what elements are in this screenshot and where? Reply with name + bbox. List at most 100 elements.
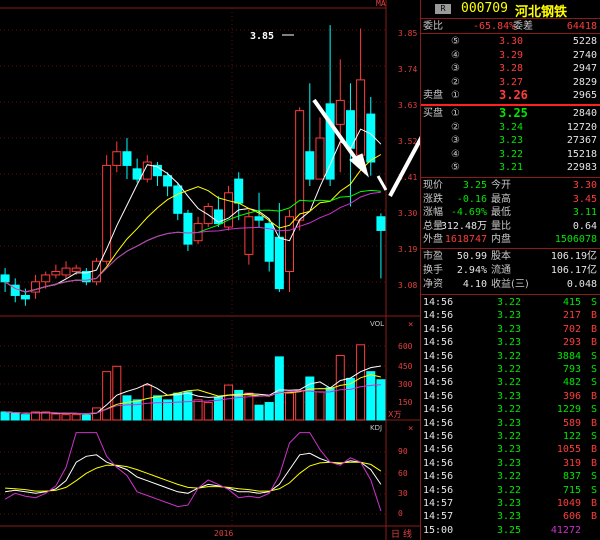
x-axis-year: 2016 <box>214 529 233 538</box>
candle <box>224 192 234 228</box>
candle <box>274 236 284 290</box>
buy-level-3[interactable]: ③ 3.23 27367 <box>421 134 600 147</box>
tick-row[interactable]: 14:57 3.23 1049 B <box>421 497 600 510</box>
sell-level-2[interactable]: ② 3.27 2829 <box>421 76 600 89</box>
vol-close-icon[interactable]: × <box>408 320 413 330</box>
candle <box>0 274 10 283</box>
volume-bar <box>61 414 71 421</box>
sell-level-5[interactable]: ⑤ 3.30 5228 <box>421 35 600 48</box>
tick-row[interactable]: 14:56 3.23 319 B <box>421 457 600 470</box>
stat-row[interactable]: 涨幅 -4.69% 最低 3.11 <box>421 206 600 219</box>
tab-line[interactable]: 线 <box>403 528 412 540</box>
volume-bar <box>203 402 213 421</box>
candle <box>61 267 71 276</box>
volume-bar <box>142 384 152 421</box>
candle <box>20 294 30 300</box>
fundamental-row[interactable]: 换手 2.94% 流通 106.17亿 <box>421 264 600 277</box>
tick-row[interactable]: 15:00 3.25 41272 <box>421 524 600 537</box>
buy-level-4[interactable]: ④ 3.22 15218 <box>421 148 600 161</box>
buy-level-2[interactable]: ② 3.24 12720 <box>421 121 600 134</box>
buy-level-5[interactable]: ⑤ 3.21 22983 <box>421 161 600 174</box>
tick-row[interactable]: 14:56 3.22 122 S <box>421 430 600 443</box>
price-tick: 3.85 <box>398 29 417 38</box>
tick-row[interactable]: 14:56 3.22 482 S <box>421 376 600 389</box>
candle <box>376 216 386 231</box>
kdj-close-icon[interactable]: × <box>408 424 413 434</box>
tick-row[interactable]: 14:56 3.23 396 B <box>421 390 600 403</box>
candle <box>51 271 61 276</box>
fundamental-row[interactable]: 市盈 50.99 股本 106.19亿 <box>421 250 600 263</box>
sell-level-1[interactable]: 卖盘 ① 3.26 2965 <box>421 89 600 102</box>
tick-row[interactable]: 14:56 3.22 715 S <box>421 484 600 497</box>
candle <box>356 79 366 156</box>
candle <box>71 267 81 273</box>
kline-chart[interactable]: MA 3.853.743.633.523.413.303.193.08 3.85… <box>0 0 420 540</box>
ma-label: MA <box>376 0 386 8</box>
tick-row[interactable]: 14:56 3.23 1055 B <box>421 443 600 456</box>
vol-tick: 300 <box>398 380 413 389</box>
price-tick: 3.30 <box>398 209 417 218</box>
volume-bar <box>264 402 274 421</box>
buy-level-1[interactable]: 买盘 ① 3.25 2840 <box>421 107 600 120</box>
vol-tick: 150 <box>398 398 413 407</box>
volume-bar <box>254 404 264 421</box>
volume-bar <box>102 371 112 421</box>
candle <box>41 274 51 283</box>
vol-unit: X万 <box>388 410 401 419</box>
candle <box>132 168 142 180</box>
volume-bar <box>274 356 284 421</box>
sell-level-3[interactable]: ③ 3.28 2947 <box>421 62 600 75</box>
volume-bar <box>183 391 193 421</box>
candle <box>183 212 193 245</box>
tick-row[interactable]: 14:56 3.22 793 S <box>421 363 600 376</box>
tick-row[interactable]: 14:56 3.22 3884 S <box>421 350 600 363</box>
fundamental-row[interactable]: 净资 4.10 收益(三) 0.048 <box>421 278 600 291</box>
price-tick: 3.63 <box>398 101 417 110</box>
candle <box>295 110 305 221</box>
stat-row[interactable]: 涨跌 -0.16 最高 3.45 <box>421 193 600 206</box>
sell-level-4[interactable]: ④ 3.29 2740 <box>421 49 600 62</box>
candle <box>163 175 173 187</box>
volume-bar <box>81 414 91 421</box>
volume-bar <box>10 412 20 421</box>
tick-row[interactable]: 14:56 3.23 217 B <box>421 309 600 322</box>
volume-bar <box>0 411 10 421</box>
tick-row[interactable]: 14:56 3.22 415 S <box>421 296 600 309</box>
stat-row[interactable]: 外盘 1618747 内盘 1506078 <box>421 233 600 246</box>
volume-bar <box>20 414 30 421</box>
volume-bar <box>193 399 203 421</box>
price-tick: 3.52 <box>398 137 417 146</box>
tick-row[interactable]: 14:56 3.23 293 B <box>421 336 600 349</box>
stat-row[interactable]: 总量 312.48万 量比 0.64 <box>421 220 600 233</box>
tick-row[interactable]: 14:56 3.23 702 B <box>421 323 600 336</box>
svg-text:×: × <box>408 320 413 330</box>
price-tick: 3.19 <box>398 245 417 254</box>
volume-bar <box>335 355 345 421</box>
webi-row: 委比 -65.84% 委差 64418 <box>423 21 597 32</box>
tab-day[interactable]: 日 <box>391 529 400 540</box>
volume-bar <box>376 379 386 421</box>
stock-code: 000709 <box>461 1 508 16</box>
candle <box>254 216 264 221</box>
tick-row[interactable]: 14:57 3.23 606 B <box>421 510 600 523</box>
volume-bar <box>122 395 132 421</box>
kdj-tick: 90 <box>398 447 408 456</box>
candle <box>244 216 254 255</box>
tick-row[interactable]: 14:56 3.22 837 S <box>421 470 600 483</box>
volume-bar <box>366 371 376 421</box>
candle <box>112 151 122 166</box>
volume-bar <box>224 384 234 421</box>
tick-row[interactable]: 14:56 3.23 589 B <box>421 417 600 430</box>
volume-bar <box>71 414 81 421</box>
candle <box>366 113 376 163</box>
candle <box>305 151 315 180</box>
volume-bar <box>356 344 366 421</box>
tick-row[interactable]: 14:56 3.22 1229 S <box>421 403 600 416</box>
r-badge[interactable]: R <box>435 4 451 14</box>
svg-text:×: × <box>408 424 413 434</box>
price-tick: 3.08 <box>398 281 417 290</box>
volume-bar <box>51 413 61 421</box>
candle <box>102 164 112 262</box>
stat-row[interactable]: 现价 3.25 今开 3.30 <box>421 179 600 192</box>
vol-tick: 450 <box>398 362 413 371</box>
